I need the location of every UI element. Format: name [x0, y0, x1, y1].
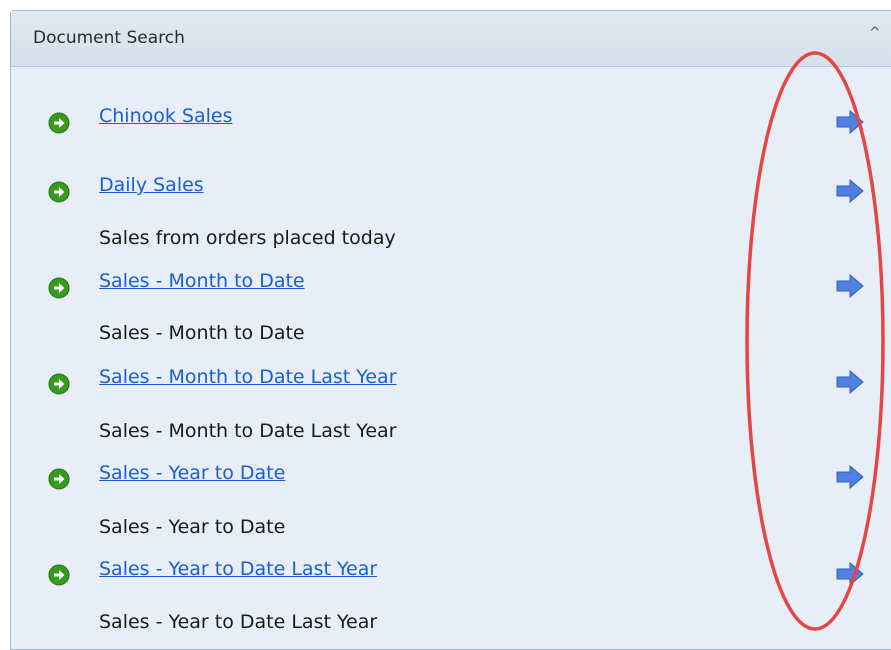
blue-arrow-icon[interactable] — [835, 464, 865, 490]
document-description: Sales from orders placed today — [99, 227, 396, 249]
green-circle-arrow-icon[interactable] — [48, 181, 70, 203]
blue-arrow-icon[interactable] — [835, 273, 865, 299]
panel-header: Document Search ^ — [11, 11, 891, 67]
document-link[interactable]: Chinook Sales — [99, 105, 233, 127]
blue-arrow-icon[interactable] — [835, 109, 865, 135]
green-circle-arrow-icon[interactable] — [48, 277, 70, 299]
green-circle-arrow-icon[interactable] — [48, 564, 70, 586]
document-link[interactable]: Sales - Month to Date — [99, 270, 305, 292]
document-link[interactable]: Daily Sales — [99, 174, 204, 196]
document-description: Sales - Year to Date — [99, 516, 286, 538]
green-circle-arrow-icon[interactable] — [48, 373, 70, 395]
document-description: Sales - Month to Date Last Year — [99, 420, 397, 442]
blue-arrow-icon[interactable] — [835, 369, 865, 395]
document-description: Sales - Year to Date Last Year — [99, 611, 378, 633]
blue-arrow-icon[interactable] — [835, 178, 865, 204]
document-search-panel: Document Search ^ Chinook Sales Daily Sa… — [10, 10, 891, 650]
document-link[interactable]: Sales - Month to Date Last Year — [99, 366, 397, 388]
caret-up-icon[interactable]: ^ — [869, 25, 881, 41]
blue-arrow-icon[interactable] — [835, 561, 865, 587]
green-circle-arrow-icon[interactable] — [48, 112, 70, 134]
document-description: Sales - Month to Date — [99, 322, 305, 344]
panel-title: Document Search — [33, 28, 185, 48]
document-link[interactable]: Sales - Year to Date — [99, 462, 285, 484]
document-link[interactable]: Sales - Year to Date Last Year — [99, 558, 377, 580]
green-circle-arrow-icon[interactable] — [48, 468, 70, 490]
